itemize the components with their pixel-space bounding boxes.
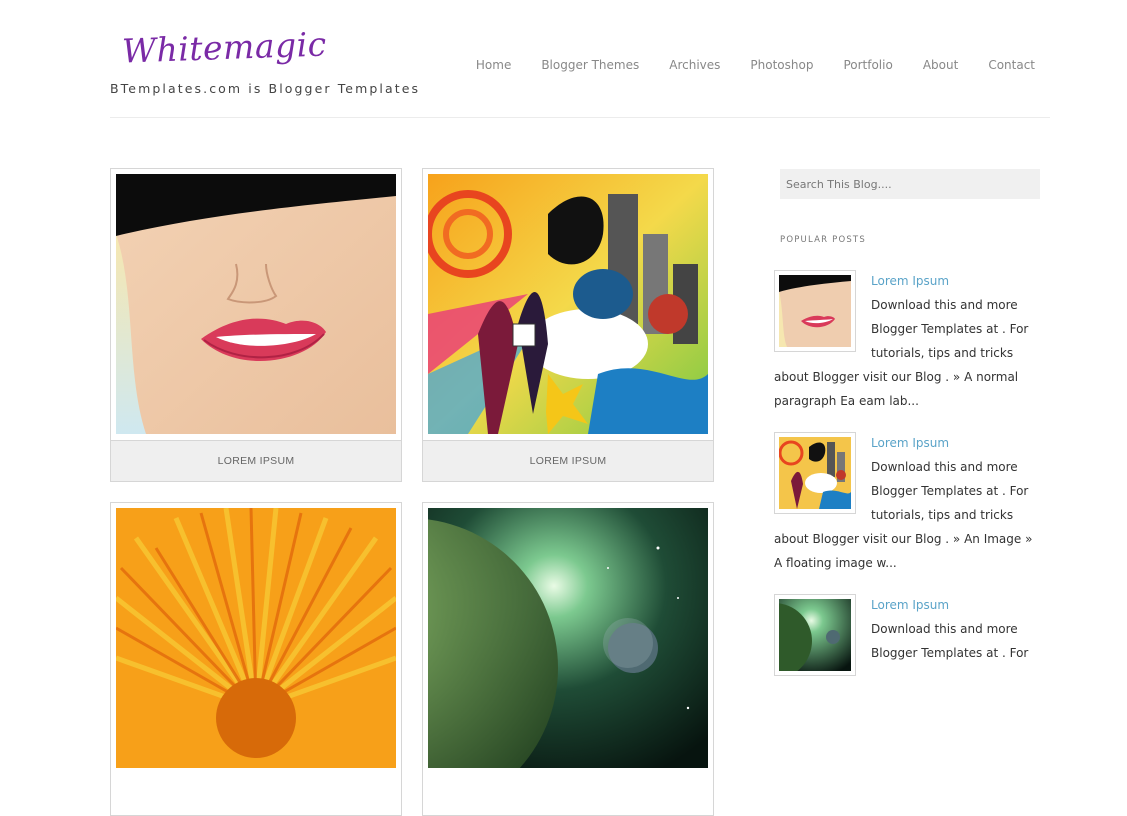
popular-post-thumbnail[interactable] [774,432,856,514]
post-card[interactable]: LOREM IPSUM [422,168,714,482]
nav-archives[interactable]: Archives [669,58,720,72]
site-header: Whitemagic BTemplates.com is Blogger Tem… [110,0,1050,118]
post-card[interactable] [110,502,402,816]
nav-about[interactable]: About [923,58,958,72]
popular-post-thumbnail[interactable] [774,270,856,352]
site-logo[interactable]: Whitemagic [121,24,327,70]
popular-post-item: Lorem Ipsum Download this and more Blogg… [774,432,1044,575]
post-thumbnail-lips[interactable] [116,174,396,434]
post-card[interactable] [422,502,714,816]
nav-home[interactable]: Home [476,58,511,72]
nav-portfolio[interactable]: Portfolio [843,58,892,72]
nav-blogger-themes[interactable]: Blogger Themes [541,58,639,72]
popular-post-thumbnail[interactable] [774,594,856,676]
nav-photoshop[interactable]: Photoshop [750,58,813,72]
nav-contact[interactable]: Contact [988,58,1035,72]
post-thumbnail-flower[interactable] [116,508,396,768]
post-caption[interactable]: LOREM IPSUM [423,440,713,481]
popular-posts-title: POPULAR POSTS [780,235,866,245]
post-caption[interactable]: LOREM IPSUM [111,440,401,481]
popular-post-item: Lorem Ipsum Download this and more Blogg… [774,594,1044,676]
post-card[interactable]: LOREM IPSUM [110,168,402,482]
main-nav: Home Blogger Themes Archives Photoshop P… [446,58,1035,72]
post-thumbnail-party-art[interactable] [428,174,708,434]
site-tagline: BTemplates.com is Blogger Templates [110,81,421,96]
post-thumbnail-planet[interactable] [428,508,708,768]
search-input[interactable] [780,169,1040,199]
popular-post-item: Lorem Ipsum Download this and more Blogg… [774,270,1044,413]
